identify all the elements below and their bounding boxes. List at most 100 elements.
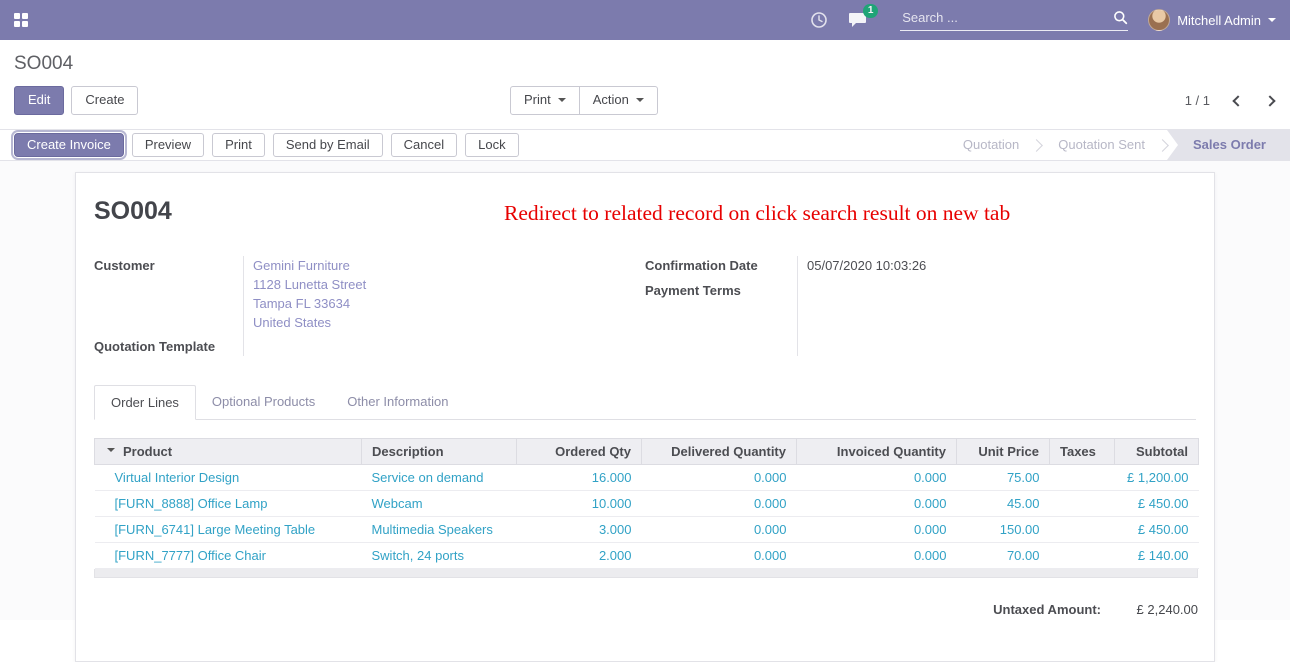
user-name: Mitchell Admin bbox=[1177, 13, 1261, 28]
pager-previous-icon[interactable] bbox=[1232, 95, 1243, 106]
order-lines-table: Product Description Ordered Qty Delivere… bbox=[94, 438, 1199, 569]
cell-ordered-qty[interactable]: 3.000 bbox=[517, 517, 642, 543]
cell-ordered-qty[interactable]: 2.000 bbox=[517, 543, 642, 569]
table-row[interactable]: [FURN_6741] Large Meeting Table Multimed… bbox=[95, 517, 1199, 543]
customer-name-link[interactable]: Gemini Furniture bbox=[253, 256, 366, 275]
cell-taxes[interactable] bbox=[1050, 465, 1115, 491]
table-row[interactable]: Virtual Interior Design Service on deman… bbox=[95, 465, 1199, 491]
cell-description[interactable]: Switch, 24 ports bbox=[362, 543, 517, 569]
cell-invoiced-qty[interactable]: 0.000 bbox=[797, 517, 957, 543]
table-header-row: Product Description Ordered Qty Delivere… bbox=[95, 439, 1199, 465]
cell-taxes[interactable] bbox=[1050, 517, 1115, 543]
print-button[interactable]: Print bbox=[212, 133, 265, 158]
cell-ordered-qty[interactable]: 16.000 bbox=[517, 465, 642, 491]
untaxed-amount-value: £ 2,240.00 bbox=[1101, 602, 1198, 617]
cell-product[interactable]: [FURN_7777] Office Chair bbox=[95, 543, 362, 569]
cell-unit-price[interactable]: 150.00 bbox=[957, 517, 1050, 543]
pager: 1 / 1 bbox=[1185, 93, 1274, 108]
quotation-template-label: Quotation Template bbox=[94, 337, 235, 356]
apps-square bbox=[14, 21, 20, 27]
cell-invoiced-qty[interactable]: 0.000 bbox=[797, 491, 957, 517]
breadcrumb: SO004 bbox=[14, 53, 1276, 75]
cell-subtotal[interactable]: £ 140.00 bbox=[1115, 543, 1199, 569]
col-invoiced-quantity: Invoiced Quantity bbox=[797, 439, 957, 465]
cell-unit-price[interactable]: 45.00 bbox=[957, 491, 1050, 517]
cell-delivered-qty[interactable]: 0.000 bbox=[642, 491, 797, 517]
edit-button[interactable]: Edit bbox=[14, 86, 64, 115]
form-view: SO004 Redirect to related record on clic… bbox=[0, 161, 1290, 620]
col-subtotal: Subtotal bbox=[1115, 439, 1199, 465]
cell-subtotal[interactable]: £ 450.00 bbox=[1115, 491, 1199, 517]
avatar bbox=[1148, 9, 1170, 31]
cell-unit-price[interactable]: 70.00 bbox=[957, 543, 1050, 569]
statusbar: Create Invoice Preview Print Send by Ema… bbox=[0, 129, 1290, 161]
search-input[interactable] bbox=[900, 9, 1113, 26]
apps-square bbox=[22, 21, 28, 27]
cell-description[interactable]: Webcam bbox=[362, 491, 517, 517]
cell-ordered-qty[interactable]: 10.000 bbox=[517, 491, 642, 517]
control-panel: SO004 Edit Create Print Action 1 / 1 bbox=[0, 40, 1290, 129]
cell-invoiced-qty[interactable]: 0.000 bbox=[797, 465, 957, 491]
cell-subtotal[interactable]: £ 1,200.00 bbox=[1115, 465, 1199, 491]
tab-order-lines[interactable]: Order Lines bbox=[94, 385, 196, 420]
pager-value: 1 / 1 bbox=[1185, 93, 1210, 108]
customer-street: 1128 Lunetta Street bbox=[253, 275, 366, 294]
step-sales-order[interactable]: Sales Order bbox=[1167, 130, 1290, 160]
cell-delivered-qty[interactable]: 0.000 bbox=[642, 517, 797, 543]
pager-next-icon[interactable] bbox=[1264, 95, 1275, 106]
activities-clock-icon[interactable] bbox=[810, 11, 828, 29]
cell-delivered-qty[interactable]: 0.000 bbox=[642, 465, 797, 491]
print-menu-button[interactable]: Print bbox=[510, 86, 580, 115]
step-quotation[interactable]: Quotation bbox=[946, 130, 1036, 160]
untaxed-amount-label: Untaxed Amount: bbox=[993, 602, 1101, 617]
totals-row: Untaxed Amount: £ 2,240.00 bbox=[94, 602, 1198, 617]
print-menu-label: Print bbox=[524, 93, 551, 108]
cell-product[interactable]: [FURN_6741] Large Meeting Table bbox=[95, 517, 362, 543]
send-by-email-button[interactable]: Send by Email bbox=[273, 133, 383, 158]
chevron-down-icon bbox=[636, 98, 644, 106]
messages-icon[interactable]: 1 bbox=[848, 11, 868, 29]
confirmation-date-label: Confirmation Date bbox=[645, 256, 789, 275]
search-icon[interactable] bbox=[1113, 10, 1128, 25]
cell-delivered-qty[interactable]: 0.000 bbox=[642, 543, 797, 569]
cancel-button[interactable]: Cancel bbox=[391, 133, 457, 158]
cell-subtotal[interactable]: £ 450.00 bbox=[1115, 517, 1199, 543]
customer-country: United States bbox=[253, 313, 366, 332]
cell-product[interactable]: Virtual Interior Design bbox=[95, 465, 362, 491]
chevron-down-icon bbox=[558, 98, 566, 106]
chevron-down-icon bbox=[1268, 18, 1276, 26]
column-options-icon[interactable] bbox=[107, 448, 115, 456]
table-row[interactable]: [FURN_8888] Office Lamp Webcam 10.000 0.… bbox=[95, 491, 1199, 517]
action-menu-label: Action bbox=[593, 93, 629, 108]
col-unit-price: Unit Price bbox=[957, 439, 1050, 465]
cell-description[interactable]: Multimedia Speakers bbox=[362, 517, 517, 543]
left-labels: Customer Quotation Template bbox=[94, 256, 244, 356]
step-quotation-sent[interactable]: Quotation Sent bbox=[1041, 130, 1162, 160]
table-row[interactable]: [FURN_7777] Office Chair Switch, 24 port… bbox=[95, 543, 1199, 569]
top-navbar: 1 Mitchell Admin bbox=[0, 0, 1290, 40]
cell-taxes[interactable] bbox=[1050, 543, 1115, 569]
cell-invoiced-qty[interactable]: 0.000 bbox=[797, 543, 957, 569]
annotation-text: Redirect to related record on click sear… bbox=[504, 201, 1010, 226]
sheet: SO004 Redirect to related record on clic… bbox=[75, 172, 1215, 662]
create-button[interactable]: Create bbox=[71, 86, 138, 115]
apps-menu-icon[interactable] bbox=[14, 13, 28, 27]
action-menu-button[interactable]: Action bbox=[579, 86, 658, 115]
create-invoice-button[interactable]: Create Invoice bbox=[14, 133, 124, 158]
cell-product[interactable]: [FURN_8888] Office Lamp bbox=[95, 491, 362, 517]
cell-unit-price[interactable]: 75.00 bbox=[957, 465, 1050, 491]
payment-terms-label: Payment Terms bbox=[645, 281, 789, 300]
cell-taxes[interactable] bbox=[1050, 491, 1115, 517]
tab-optional-products[interactable]: Optional Products bbox=[196, 385, 331, 420]
cell-description[interactable]: Service on demand bbox=[362, 465, 517, 491]
tab-other-information[interactable]: Other Information bbox=[331, 385, 464, 420]
search-bar[interactable] bbox=[900, 9, 1128, 31]
col-delivered-quantity: Delivered Quantity bbox=[642, 439, 797, 465]
col-taxes: Taxes bbox=[1050, 439, 1115, 465]
confirmation-date-value: 05/07/2020 10:03:26 bbox=[807, 256, 926, 275]
customer-city: Tampa FL 33634 bbox=[253, 294, 366, 313]
user-menu[interactable]: Mitchell Admin bbox=[1148, 9, 1276, 31]
preview-button[interactable]: Preview bbox=[132, 133, 204, 158]
apps-square bbox=[14, 13, 20, 19]
lock-button[interactable]: Lock bbox=[465, 133, 518, 158]
